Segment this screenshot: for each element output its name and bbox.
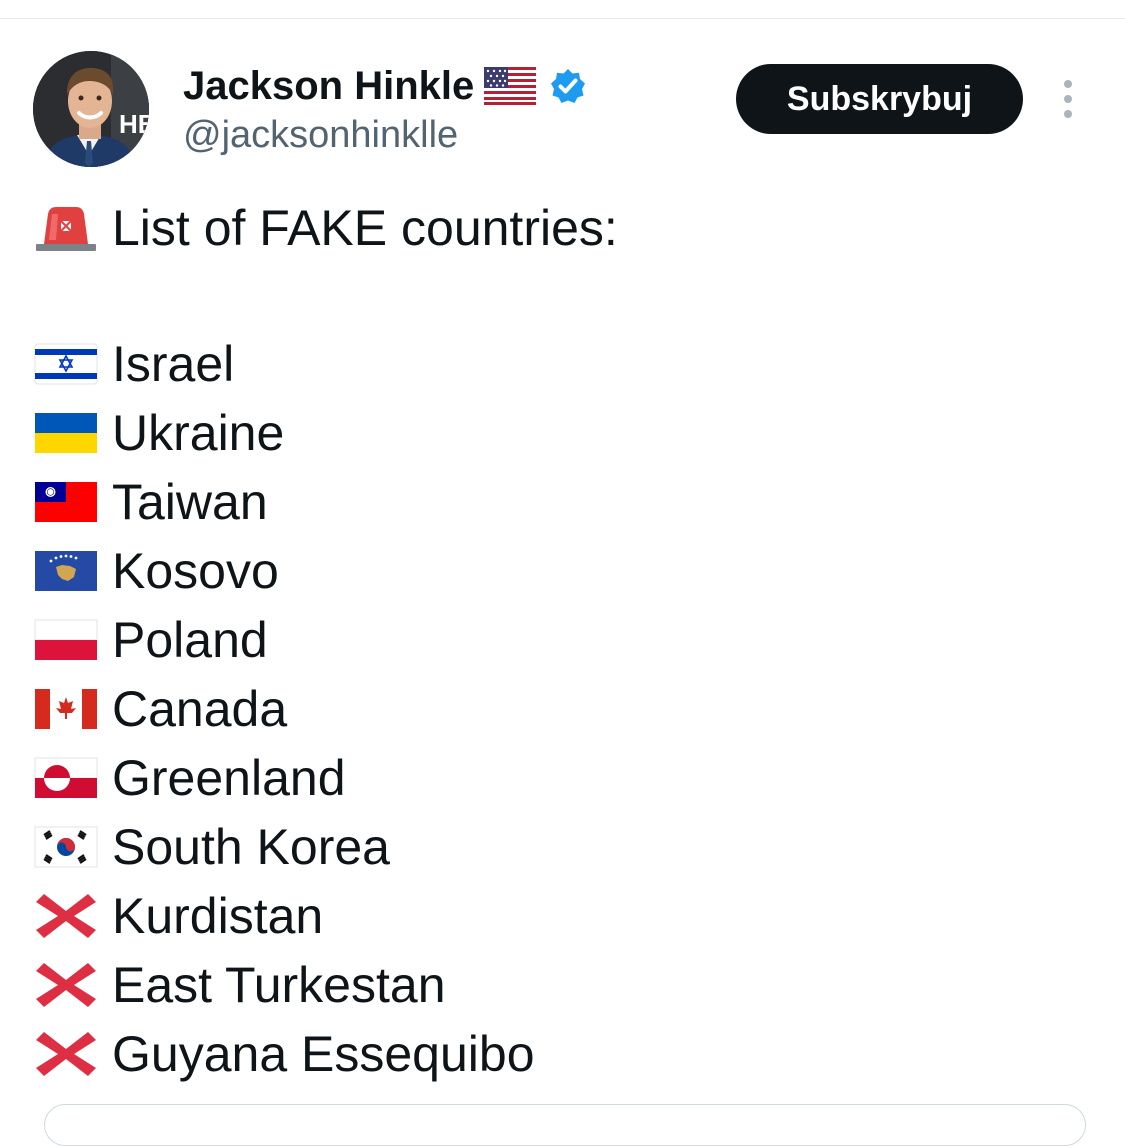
country-label: Poland (112, 612, 268, 668)
more-options-icon[interactable] (1058, 78, 1078, 120)
list-item: Ukraine (34, 403, 284, 463)
tweet-headline-line: List of FAKE countries: (34, 198, 618, 258)
country-label: Kurdistan (112, 888, 324, 944)
top-divider (0, 18, 1125, 19)
country-label: East Turkestan (112, 957, 446, 1013)
list-item: Kosovo (34, 541, 279, 601)
country-label: Greenland (112, 750, 346, 806)
flag-south-korea-icon (34, 826, 98, 868)
list-item: South Korea (34, 817, 390, 877)
list-item: Israel (34, 334, 234, 394)
author-handle[interactable]: @jacksonhinklle (183, 114, 458, 157)
tweet-headline: List of FAKE countries: (112, 200, 618, 256)
list-item: Poland (34, 610, 268, 670)
avatar[interactable]: HB (33, 51, 149, 167)
country-label: Ukraine (112, 405, 285, 461)
country-label: South Korea (112, 819, 390, 875)
quoted-card-edge[interactable] (44, 1104, 1086, 1146)
country-label: Guyana Essequibo (112, 1026, 535, 1082)
list-item: East Turkestan (34, 955, 446, 1015)
list-item: Canada (34, 679, 287, 739)
flag-poland-icon (34, 619, 98, 660)
cross-mark-icon (36, 1032, 96, 1076)
cross-mark-icon (36, 894, 96, 938)
country-label: Kosovo (112, 543, 279, 599)
avatar-image: HB (33, 51, 149, 167)
flag-us-icon (484, 67, 537, 105)
country-label: Israel (112, 336, 235, 392)
list-item: Greenland (34, 748, 346, 808)
country-label: Taiwan (112, 474, 268, 530)
police-light-icon (36, 207, 96, 251)
author-display-name[interactable]: Jackson Hinkle (183, 64, 474, 109)
flag-ukraine-icon (35, 413, 97, 453)
subscribe-button[interactable]: Subskrybuj (736, 64, 1023, 134)
avatar-logo-text: HB (119, 109, 149, 139)
list-item: Kurdistan (34, 886, 323, 946)
country-label: Canada (112, 681, 288, 737)
list-item: Taiwan (34, 472, 268, 532)
verified-badge-icon[interactable] (550, 68, 586, 104)
flag-taiwan-icon (35, 482, 97, 522)
flag-canada-icon (35, 689, 97, 729)
cross-mark-icon (36, 963, 96, 1007)
flag-kosovo-icon (35, 551, 97, 591)
flag-israel-icon (34, 343, 98, 385)
flag-greenland-icon (34, 757, 98, 798)
author-name-row: Jackson Hinkle (183, 62, 586, 110)
list-item: Guyana Essequibo (34, 1024, 535, 1084)
